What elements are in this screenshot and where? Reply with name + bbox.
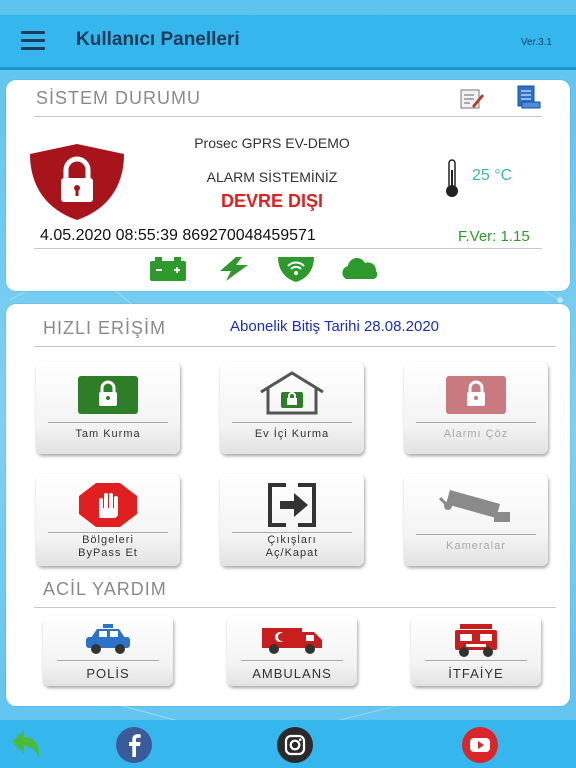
stop-hand-icon [79,483,137,527]
device-name: Prosec GPRS EV-DEMO [194,135,350,151]
instagram-icon[interactable] [276,726,314,764]
datetime-imei: 4.05.2020 08:55:39 869270048459571 [40,227,316,244]
exit-icon [268,483,316,527]
police-button[interactable]: POLİS [43,616,173,686]
hamburger-menu-icon[interactable] [21,31,45,51]
home-arm-label: Ev İçi Kurma [254,428,330,440]
youtube-icon[interactable] [461,726,499,764]
edit-icon[interactable] [458,86,486,112]
subscription-expiry: Abonelik Bitiş Tarihi 28.08.2020 [230,318,440,335]
outputs-label-2: Aç/Kapat [265,547,319,559]
tile-divider [241,660,343,661]
outputs-label-1: Çıkışları [267,534,317,546]
home-lock-icon [260,371,324,415]
wifi-icon [278,257,314,282]
home-arm-button[interactable]: Ev İçi Kurma [220,362,364,454]
camera-icon [438,490,510,522]
tile-divider [416,422,536,423]
firmware-version: F.Ver: 1.15 [458,228,530,245]
fire-department-button[interactable]: İTFAİYE [411,616,541,686]
tile-divider [425,660,527,661]
ambulance-icon [262,628,322,654]
system-status-title: SİSTEM DURUMU [36,88,201,108]
power-icon [220,257,248,281]
alarm-label: ALARM SİSTEMİNİZ [206,169,338,185]
battery-icon [150,257,186,281]
cloud-icon [342,258,378,279]
lock-icon [78,376,138,414]
temperature-value: 25 °C [472,167,513,184]
fire-department-label: İTFAİYE [448,666,504,681]
top-bar: Kullanıcı Panelleri Ver.3.1 [0,15,576,70]
tile-divider [48,532,168,533]
tile-divider [57,660,159,661]
tile-divider [232,422,352,423]
disarm-label: Alarmı Çöz [443,428,509,440]
divider [34,116,542,117]
back-icon[interactable] [6,726,44,764]
facebook-icon[interactable] [115,726,153,764]
tile-divider [48,422,168,423]
fire-truck-icon [455,624,497,657]
system-status-card: SİSTEM DURUMU Prosec GPRS EV-DEMO ALARM … [6,80,570,291]
bypass-zones-button[interactable]: Bölgeleri ByPass Et [36,474,180,566]
divider [34,248,542,249]
alarm-state: DEVRE DIŞI [220,191,324,211]
quick-access-title: HIZLI ERİŞİM [43,318,167,338]
app-title: Kullanıcı Panelleri [76,29,240,50]
full-arm-label: Tam Kurma [75,428,141,440]
full-arm-button[interactable]: Tam Kurma [36,362,180,454]
ambulance-label: AMBULANS [252,666,332,681]
app-version: Ver.3.1 [520,37,552,48]
lock-shield-icon [30,144,124,220]
emergency-title: ACİL YARDIM [43,579,167,599]
divider [34,346,556,347]
divider [34,607,556,608]
thermometer-icon [446,159,458,197]
unlock-icon [446,376,506,414]
cameras-label: Kameralar [446,540,506,552]
tile-divider [416,534,536,535]
police-car-icon [86,624,130,654]
bypass-zones-label-1: Bölgeleri [82,534,134,546]
outputs-toggle-button[interactable]: Çıkışları Aç/Kapat [220,474,364,566]
disarm-button[interactable]: Alarmı Çöz [404,362,548,454]
bypass-zones-label-2: ByPass Et [78,547,138,559]
cameras-button[interactable]: Kameralar [404,474,548,566]
report-icon[interactable] [514,84,542,110]
police-label: POLİS [86,666,130,681]
quick-access-card: HIZLI ERİŞİM Abonelik Bitiş Tarihi 28.08… [6,304,570,706]
tile-divider [232,532,352,533]
ambulance-button[interactable]: AMBULANS [227,616,357,686]
